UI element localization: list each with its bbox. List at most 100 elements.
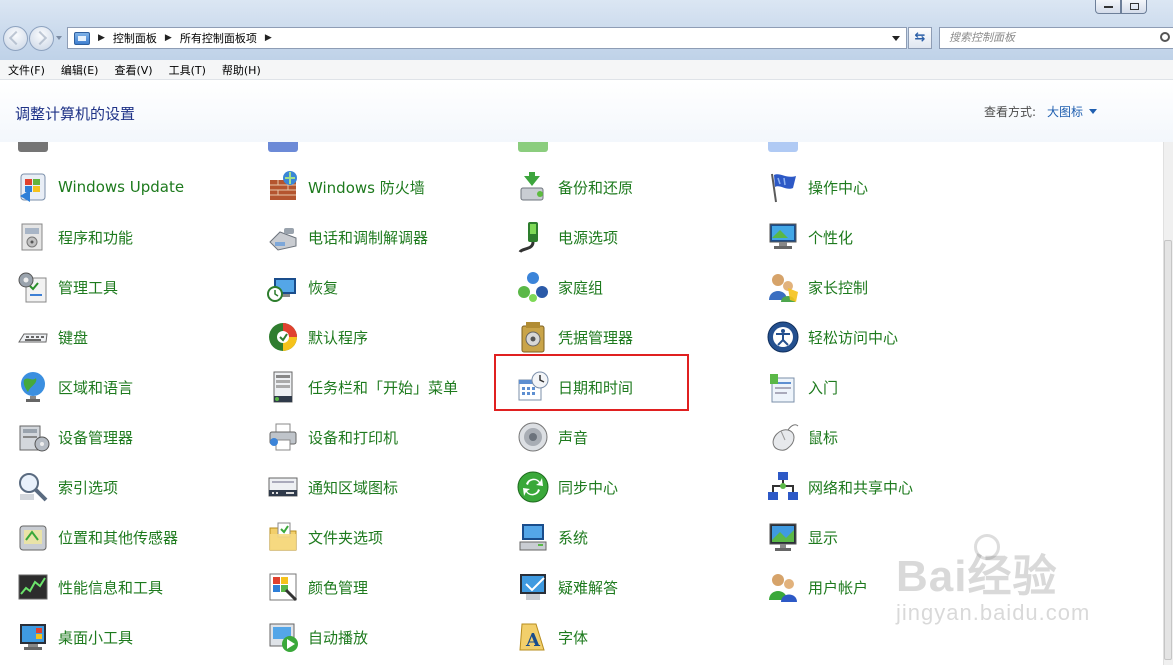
control-panel-item[interactable]: 默认程序: [266, 319, 368, 355]
control-panel-item-label: 鼠标: [808, 428, 839, 447]
content-header: 调整计算机的设置 查看方式: 大图标: [0, 81, 1173, 142]
chevron-down-icon[interactable]: [1089, 109, 1097, 114]
control-panel-item[interactable]: 凭据管理器: [516, 319, 633, 355]
control-panel-item-label: 程序和功能: [58, 228, 134, 247]
menu-file[interactable]: 文件(F): [0, 62, 53, 78]
scrollbar-thumb[interactable]: [1164, 240, 1172, 660]
control-panel-item[interactable]: Windows 防火墙: [266, 169, 425, 205]
menu-help[interactable]: 帮助(H): [214, 62, 269, 78]
control-panel-item[interactable]: 系统: [516, 519, 588, 555]
control-panel-item[interactable]: 位置和其他传感器: [16, 519, 178, 555]
clipped-item-icon: [768, 142, 798, 152]
recovery-icon: [266, 270, 300, 304]
flag-icon: [766, 170, 800, 204]
back-button[interactable]: [3, 26, 28, 51]
clipped-item-icon: [18, 142, 48, 152]
control-panel-item[interactable]: 通知区域图标: [266, 469, 398, 505]
control-panel-item[interactable]: A 字体: [516, 619, 588, 655]
control-panel-item[interactable]: 区域和语言: [16, 369, 133, 405]
control-panel-item[interactable]: 电话和调制解调器: [266, 219, 428, 255]
control-panel-item-label: 设备和打印机: [308, 428, 399, 447]
refresh-button[interactable]: ⇆: [908, 27, 932, 49]
control-panel-item[interactable]: 入门: [766, 369, 838, 405]
control-panel-item[interactable]: 声音: [516, 419, 588, 455]
control-panel-item-label: 家长控制: [808, 278, 869, 297]
control-panel-item[interactable]: 程序和功能: [16, 219, 133, 255]
search-icon[interactable]: [1160, 32, 1170, 42]
control-panel-item[interactable]: 电源选项: [516, 219, 618, 255]
control-panel-item-label: 系统: [558, 528, 589, 547]
troubleshoot-icon: [516, 570, 550, 604]
control-panel-item[interactable]: 性能信息和工具: [16, 569, 163, 605]
control-panel-item[interactable]: 个性化: [766, 219, 853, 255]
control-panel-item[interactable]: 操作中心: [766, 169, 868, 205]
default-programs-icon: [266, 320, 300, 354]
control-panel-item-label: 轻松访问中心: [808, 328, 899, 347]
network-icon: [766, 470, 800, 504]
display-icon: [766, 520, 800, 554]
system-icon: [516, 520, 550, 554]
chevron-right-icon[interactable]: ▶: [98, 33, 105, 43]
vertical-scrollbar[interactable]: [1163, 142, 1173, 665]
control-panel-item-label: 颜色管理: [308, 578, 369, 597]
control-panel-item[interactable]: 显示: [766, 519, 838, 555]
accessibility-icon: [766, 320, 800, 354]
control-panel-item[interactable]: 键盘: [16, 319, 88, 355]
control-panel-item[interactable]: 颜色管理: [266, 569, 368, 605]
control-panel-item-label: 备份和还原: [558, 178, 634, 197]
control-panel-item[interactable]: 文件夹选项: [266, 519, 383, 555]
breadcrumb-control-panel[interactable]: 控制面板: [113, 30, 157, 46]
control-panel-item[interactable]: 鼠标: [766, 419, 838, 455]
minimize-button[interactable]: [1095, 0, 1121, 14]
chevron-right-icon[interactable]: ▶: [165, 33, 172, 43]
view-by-dropdown[interactable]: 大图标: [1047, 103, 1083, 120]
recent-pages-dropdown[interactable]: [56, 36, 62, 40]
font-icon: A: [516, 620, 550, 654]
control-panel-item[interactable]: 网络和共享中心: [766, 469, 913, 505]
control-panel-item[interactable]: 家庭组: [516, 269, 603, 305]
power-icon: [516, 220, 550, 254]
address-bar[interactable]: ▶ 控制面板 ▶ 所有控制面板项 ▶: [67, 27, 907, 49]
control-panel-item[interactable]: 管理工具: [16, 269, 118, 305]
folder-icon: [266, 520, 300, 554]
control-panel-item[interactable]: 索引选项: [16, 469, 118, 505]
sync-icon: [516, 470, 550, 504]
control-panel-item-label: 操作中心: [808, 178, 869, 197]
maximize-button[interactable]: [1121, 0, 1147, 14]
phone-icon: [266, 220, 300, 254]
view-by-label: 查看方式:: [984, 105, 1037, 119]
control-panel-item[interactable]: 任务栏和「开始」菜单: [266, 369, 458, 405]
control-panel-item[interactable]: 设备管理器: [16, 419, 133, 455]
control-panel-item[interactable]: 恢复: [266, 269, 338, 305]
watermark-url: jingyan.baidu.com: [896, 600, 1091, 625]
menu-edit[interactable]: 编辑(E): [53, 62, 107, 78]
baidu-watermark: Bai经验 jingyan.baidu.com: [896, 534, 1091, 626]
breadcrumb-all-items[interactable]: 所有控制面板项: [180, 30, 257, 46]
control-panel-item[interactable]: 自动播放: [266, 619, 368, 655]
forward-button[interactable]: [29, 26, 54, 51]
menu-tools[interactable]: 工具(T): [161, 62, 214, 78]
keyboard-icon: [16, 320, 50, 354]
control-panel-item[interactable]: 轻松访问中心: [766, 319, 898, 355]
control-panel-item[interactable]: 桌面小工具: [16, 619, 133, 655]
control-panel-item[interactable]: 疑难解答: [516, 569, 618, 605]
control-panel-item[interactable]: 设备和打印机: [266, 419, 398, 455]
menu-bar: 文件(F) 编辑(E) 查看(V) 工具(T) 帮助(H): [0, 60, 1173, 80]
window-controls: [1095, 0, 1147, 14]
search-input[interactable]: [939, 27, 1173, 49]
control-panel-item[interactable]: Windows Update: [16, 169, 184, 205]
control-panel-item-label: 键盘: [58, 328, 89, 347]
chevron-right-icon[interactable]: ▶: [265, 33, 272, 43]
control-panel-item[interactable]: 同步中心: [516, 469, 618, 505]
menu-view[interactable]: 查看(V): [106, 62, 160, 78]
address-dropdown-icon[interactable]: [892, 35, 900, 41]
credential-icon: [516, 320, 550, 354]
performance-icon: [16, 570, 50, 604]
firewall-icon: [266, 170, 300, 204]
personalize-icon: [766, 220, 800, 254]
homegroup-icon: [516, 270, 550, 304]
control-panel-item[interactable]: 用户帐户: [766, 569, 868, 605]
control-panel-item-label: 个性化: [808, 228, 854, 247]
control-panel-item[interactable]: 家长控制: [766, 269, 868, 305]
control-panel-item[interactable]: 备份和还原: [516, 169, 633, 205]
